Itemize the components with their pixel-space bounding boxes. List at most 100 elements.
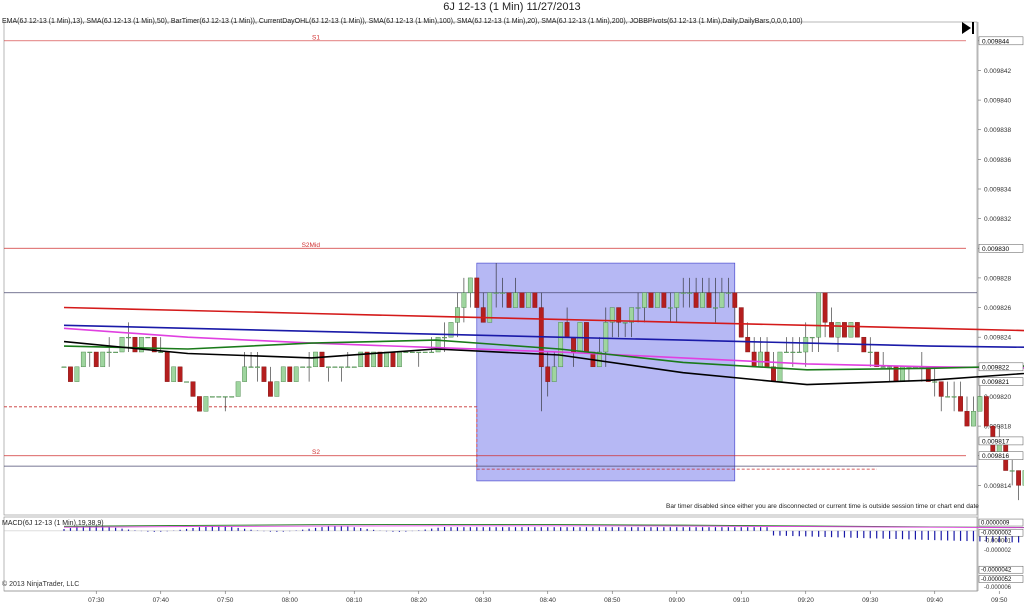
macd-y-tick-label: -0.000006 <box>984 585 1012 591</box>
candle <box>784 351 789 354</box>
y-tick-label: 0.009824 <box>984 335 1011 342</box>
candle <box>377 351 383 368</box>
price-label: 0.009817 <box>982 438 1009 445</box>
candle <box>745 336 751 353</box>
candle <box>68 366 73 382</box>
candle <box>255 366 260 368</box>
candle <box>197 396 202 412</box>
candle <box>603 322 609 353</box>
candle <box>235 381 241 397</box>
candle <box>261 366 267 382</box>
candle <box>635 307 641 309</box>
candle <box>248 366 254 368</box>
candle <box>796 351 802 354</box>
candle <box>345 366 351 368</box>
candle <box>951 396 957 398</box>
candle <box>422 351 428 354</box>
candle <box>545 366 551 382</box>
candle <box>713 307 718 309</box>
x-tick-label: 09:50 <box>991 597 1008 604</box>
candle <box>274 381 280 397</box>
y-tick-label: 0.009840 <box>984 98 1011 105</box>
candle <box>384 351 389 368</box>
chart-canvas[interactable]: 0.009844 0.009842 0.009840 0.009838 0.009836… <box>0 0 1024 616</box>
candle <box>222 396 228 398</box>
candle <box>971 411 976 427</box>
candle <box>932 381 938 383</box>
candle <box>287 366 293 382</box>
candle <box>416 351 422 354</box>
x-tick-label: 09:00 <box>669 597 686 604</box>
candle <box>693 292 699 308</box>
candle <box>771 366 776 382</box>
candle <box>564 322 570 338</box>
candle <box>467 277 473 293</box>
candle <box>938 381 944 397</box>
candle <box>667 307 673 309</box>
x-tick-label: 08:40 <box>540 597 557 604</box>
candle <box>313 351 318 368</box>
price-label: 0.009821 <box>982 379 1009 386</box>
pivot-label: S2Mid <box>302 242 321 249</box>
price-label: 0.009822 <box>982 364 1009 371</box>
candle <box>854 322 860 338</box>
candle <box>455 307 460 323</box>
candle <box>790 351 796 354</box>
candle <box>100 351 106 368</box>
candle <box>442 336 447 339</box>
x-tick-label: 08:30 <box>475 597 492 604</box>
candle <box>629 307 635 323</box>
candle <box>474 277 480 308</box>
price-label: 0.009816 <box>982 453 1009 460</box>
candle <box>429 351 435 354</box>
candle <box>209 396 215 398</box>
candle <box>822 292 828 323</box>
candle <box>397 351 402 368</box>
x-tick-label: 09:40 <box>927 597 944 604</box>
candle <box>829 322 834 338</box>
candle <box>126 336 131 339</box>
x-tick-label: 08:10 <box>346 597 363 604</box>
candle <box>751 351 757 368</box>
candle <box>300 366 306 368</box>
macd-price-label: -0.0000042 <box>981 568 1012 574</box>
candle <box>719 292 725 308</box>
candle <box>229 396 235 398</box>
indicators-label: EMA(6J 12-13 (1 Min),13), SMA(6J 12-13 (… <box>2 18 803 25</box>
price-label: 0.009844 <box>982 38 1009 45</box>
candle <box>1016 470 1022 486</box>
play-icon[interactable] <box>960 21 976 35</box>
y-tick-label: 0.009814 <box>984 483 1011 490</box>
candle <box>409 351 415 354</box>
candle <box>158 351 164 354</box>
x-tick-label: 09:30 <box>862 597 879 604</box>
candle <box>132 336 138 353</box>
macd-price-label: 0.0000009 <box>981 521 1010 527</box>
x-tick-label: 08:20 <box>411 597 428 604</box>
x-tick-label: 07:30 <box>88 597 105 604</box>
candle <box>887 366 893 368</box>
candle <box>80 351 86 368</box>
candle <box>513 292 518 308</box>
candle <box>306 366 312 368</box>
candle <box>732 292 738 308</box>
pivot-label: S1 <box>312 34 320 41</box>
candle <box>519 292 525 308</box>
candle <box>622 322 628 324</box>
candle <box>164 351 170 382</box>
candle <box>1009 470 1015 472</box>
y-tick-label: 0.009834 <box>984 187 1011 194</box>
y-tick-label: 0.009838 <box>984 127 1011 134</box>
candle <box>113 351 119 354</box>
candle <box>738 307 744 338</box>
candle <box>461 292 467 308</box>
candle <box>177 366 183 382</box>
candle <box>835 322 841 338</box>
y-tick-label: 0.009842 <box>984 68 1011 75</box>
candle <box>842 322 847 338</box>
candle <box>293 366 299 382</box>
candle <box>725 292 731 294</box>
candle <box>764 351 770 368</box>
x-tick-label: 07:50 <box>217 597 234 604</box>
y-tick-label: 0.009836 <box>984 157 1011 164</box>
